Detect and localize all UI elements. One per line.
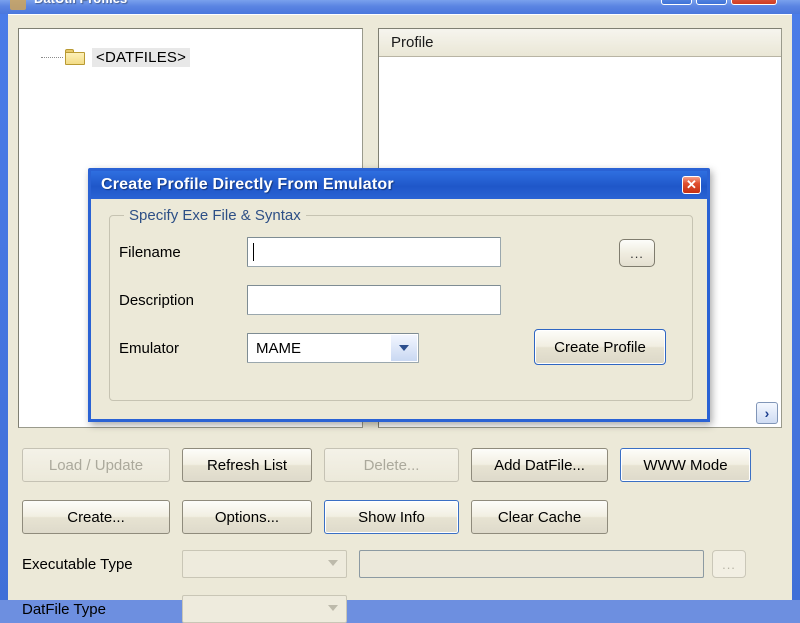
maximize-button[interactable] — [696, 0, 727, 5]
create-profile-button[interactable]: Create Profile — [534, 329, 666, 365]
executable-type-row: Executable Type ... — [22, 550, 746, 578]
button-row-secondary: Create... Options... Show Info Clear Cac… — [22, 500, 608, 534]
description-label: Description — [119, 291, 195, 309]
minimize-button[interactable] — [661, 0, 692, 5]
dialog-body: Specify Exe File & Syntax Filename ... D… — [91, 199, 707, 419]
app-icon — [10, 0, 26, 10]
executable-path-input[interactable] — [359, 550, 704, 578]
description-input[interactable] — [247, 285, 501, 315]
chevron-down-icon — [328, 605, 338, 611]
executable-type-combo[interactable] — [182, 550, 347, 578]
filename-label: Filename — [119, 243, 181, 261]
window-titlebar: DatUtil Profiles — [0, 0, 800, 14]
dialog-titlebar: Create Profile Directly From Emulator ✕ — [91, 171, 707, 199]
folder-icon — [65, 49, 85, 65]
options-button[interactable]: Options... — [182, 500, 312, 534]
refresh-list-button[interactable]: Refresh List — [182, 448, 312, 482]
text-caret — [253, 243, 254, 261]
add-datfile-button[interactable]: Add DatFile... — [471, 448, 608, 482]
tree-node-datfiles[interactable]: <DATFILES> — [41, 47, 191, 67]
emulator-selected-value: MAME — [256, 339, 301, 357]
filename-browse-button[interactable]: ... — [619, 239, 655, 267]
chevron-down-icon[interactable] — [391, 335, 417, 361]
window-title: DatUtil Profiles — [34, 0, 127, 6]
emulator-row: Emulator MAME — [119, 333, 419, 363]
load-update-button[interactable]: Load / Update — [22, 448, 170, 482]
www-mode-button[interactable]: WWW Mode — [620, 448, 751, 482]
delete-button[interactable]: Delete... — [324, 448, 459, 482]
show-info-button[interactable]: Show Info — [324, 500, 459, 534]
emulator-select[interactable]: MAME — [247, 333, 419, 363]
groupbox-legend: Specify Exe File & Syntax — [124, 207, 306, 224]
create-button[interactable]: Create... — [22, 500, 170, 534]
emulator-label: Emulator — [119, 339, 180, 357]
button-row-primary: Load / Update Refresh List Delete... Add… — [22, 448, 751, 482]
filename-input[interactable] — [247, 237, 501, 267]
scroll-right-icon[interactable]: › — [756, 402, 778, 424]
datfile-type-label: DatFile Type — [22, 600, 106, 618]
profile-list-header[interactable]: Profile — [379, 29, 781, 57]
executable-browse-button[interactable]: ... — [712, 550, 746, 578]
create-profile-dialog: Create Profile Directly From Emulator ✕ … — [88, 168, 710, 422]
filename-row: Filename — [119, 237, 501, 267]
tree-connector-line — [41, 56, 63, 58]
executable-type-label: Executable Type — [22, 555, 133, 573]
chevron-down-icon — [328, 560, 338, 566]
column-header-profile[interactable]: Profile — [379, 34, 434, 51]
datfile-type-row: DatFile Type — [22, 595, 347, 623]
tree-node-label: <DATFILES> — [92, 47, 191, 67]
clear-cache-button[interactable]: Clear Cache — [471, 500, 608, 534]
dialog-title: Create Profile Directly From Emulator — [101, 176, 394, 193]
datfile-type-combo[interactable] — [182, 595, 347, 623]
description-row: Description — [119, 285, 501, 315]
close-button[interactable] — [731, 0, 777, 5]
dialog-close-icon[interactable]: ✕ — [682, 176, 701, 194]
application-window: DatUtil Profiles <DATFILES> Profile › — [0, 0, 800, 623]
